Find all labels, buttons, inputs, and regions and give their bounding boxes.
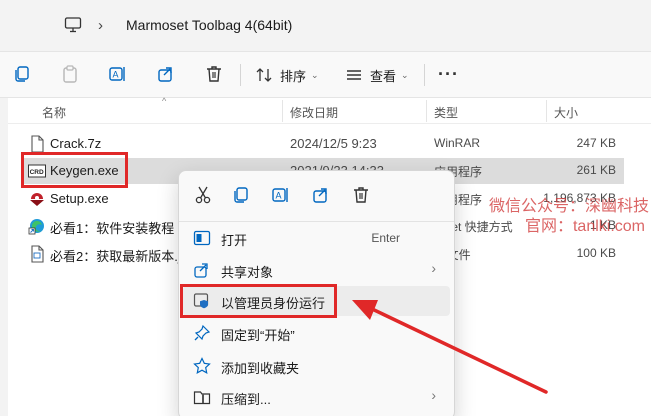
file-explorer-window: › Marmoset Toolbag 4(64bit) A 排序 ⌄ 查看 ⌄ … <box>0 0 651 416</box>
annotation-arrow <box>352 300 548 394</box>
